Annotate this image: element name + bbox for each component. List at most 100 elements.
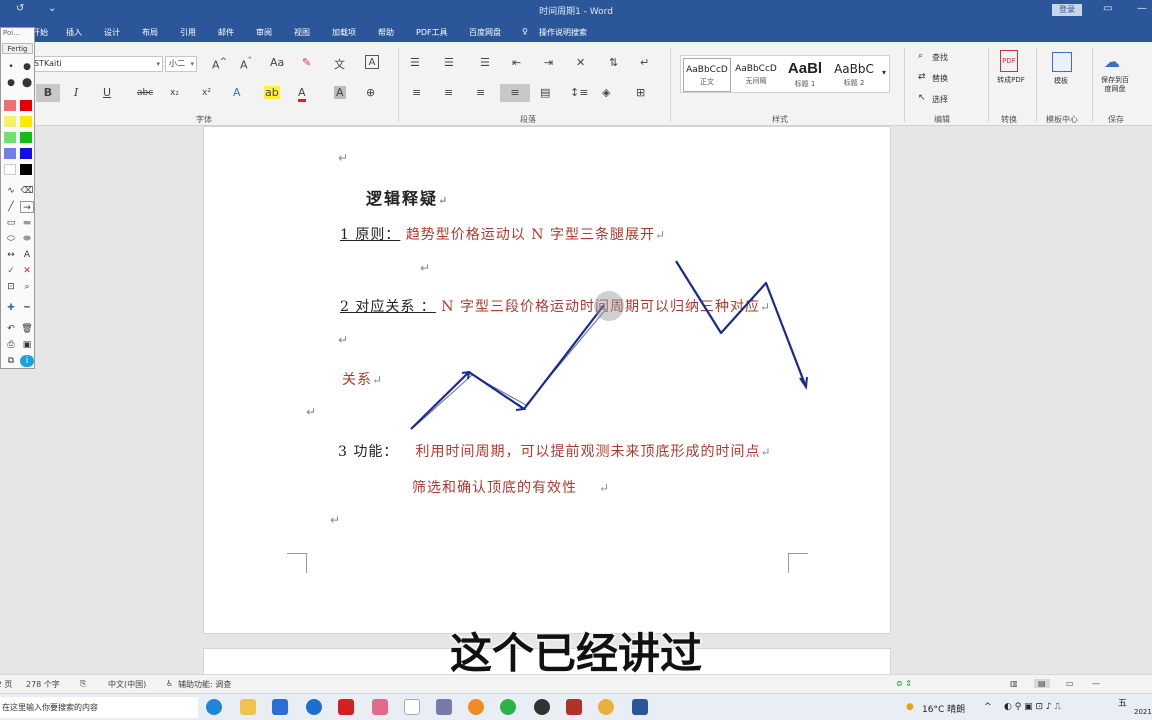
language[interactable]: 中文(中国) — [108, 679, 146, 690]
wechat-icon[interactable] — [500, 699, 516, 715]
stock-app-icon[interactable] — [566, 699, 582, 715]
info-icon[interactable]: i — [20, 355, 34, 367]
replace-button[interactable]: 替换 — [932, 73, 948, 84]
web-layout-icon[interactable]: ▭ — [1066, 679, 1074, 688]
highlight-icon[interactable]: ab — [264, 86, 280, 99]
template-button[interactable]: 模板 — [1054, 76, 1068, 86]
app-red-icon[interactable] — [338, 699, 354, 715]
align-center-icon[interactable]: ≡ — [444, 86, 453, 99]
medium-dot-icon[interactable]: ● — [20, 61, 34, 73]
tab-references[interactable]: 引用 — [180, 27, 196, 38]
superscript-icon[interactable]: x² — [202, 88, 211, 98]
ellipse-icon[interactable]: ⬭ — [4, 233, 18, 245]
mail-icon[interactable] — [272, 699, 288, 715]
filled-rectangle-icon[interactable]: ▬ — [20, 217, 34, 229]
color-red[interactable] — [20, 100, 32, 111]
color-blue[interactable] — [20, 148, 32, 159]
large-dot-icon[interactable]: ● — [4, 77, 18, 89]
filled-ellipse-icon[interactable]: ⬬ — [20, 233, 34, 245]
clear-format-icon[interactable]: ✎ — [302, 56, 311, 69]
print-icon[interactable]: ⎙ — [4, 339, 18, 351]
ribbon-display-icon[interactable]: ▭ — [1103, 3, 1112, 14]
color-light-yellow[interactable] — [4, 116, 16, 127]
chrome-icon[interactable] — [598, 699, 614, 715]
style-heading-2[interactable]: AaBbC 标题 2 — [830, 58, 878, 92]
grow-font-icon[interactable]: A^ — [212, 56, 227, 72]
page-count[interactable]: 第 1 页，共 2 页 — [0, 679, 12, 690]
rectangle-icon[interactable]: ▭ — [4, 217, 18, 229]
eraser-icon[interactable]: ⌫ — [20, 185, 34, 197]
tell-me-search[interactable]: 操作说明搜索 — [539, 27, 587, 38]
taskbar-search[interactable]: 在这里输入你要搜索的内容 — [0, 697, 198, 718]
bold-icon[interactable]: B — [36, 84, 60, 102]
line-spacing-icon[interactable]: ↕≡ — [570, 86, 588, 99]
change-case-icon[interactable]: Aa — [270, 56, 284, 69]
text-tool-icon[interactable]: A — [20, 249, 34, 261]
font-name-combo[interactable]: STKaiti ▾ — [30, 56, 163, 72]
arrow-icon[interactable]: → — [20, 201, 34, 213]
font-size-combo[interactable]: 小二 ▾ — [165, 56, 197, 72]
zoom-out-icon[interactable]: — — [1092, 679, 1100, 688]
color-light-green[interactable] — [4, 132, 16, 143]
crop-icon[interactable]: ⊡ — [4, 281, 18, 293]
app-orange-icon[interactable] — [468, 699, 484, 715]
media-icon[interactable] — [534, 699, 550, 715]
chinese-layout-icon[interactable]: ✕ — [576, 56, 585, 69]
accessibility-status[interactable]: 辅助功能: 调查 — [178, 679, 231, 690]
color-green[interactable] — [20, 132, 32, 143]
font-color-icon[interactable]: A — [298, 86, 306, 102]
freehand-icon[interactable]: ∿ — [4, 185, 18, 197]
proofing-icon[interactable]: ⎘ — [80, 679, 86, 689]
borders-icon[interactable]: ⊞ — [636, 86, 645, 99]
align-right-icon[interactable]: ≡ — [476, 86, 485, 99]
save-icon[interactable]: ▣ — [20, 339, 34, 351]
enclose-characters-icon[interactable]: ⊕ — [366, 86, 375, 99]
line-icon[interactable]: ╱ — [4, 201, 18, 213]
show-marks-icon[interactable]: ↵ — [640, 56, 649, 69]
multilevel-list-icon[interactable]: ☰ — [480, 56, 490, 69]
color-light-red[interactable] — [4, 100, 16, 111]
character-border-icon[interactable]: A — [365, 55, 379, 69]
strikethrough-icon[interactable]: abc — [137, 88, 153, 98]
tab-baidu-netdisk[interactable]: 百度网盘 — [469, 27, 501, 38]
weather-text[interactable]: 16°C 晴朗 — [922, 702, 965, 715]
color-light-blue[interactable] — [4, 148, 16, 159]
undo-icon[interactable]: ↶ — [4, 323, 18, 335]
justify-icon[interactable]: ≡ — [500, 84, 530, 102]
read-mode-icon[interactable]: ▥ — [1010, 679, 1018, 688]
underline-icon[interactable]: U — [103, 86, 111, 99]
browser-icon[interactable] — [306, 699, 322, 715]
increase-indent-icon[interactable]: ⇥ — [544, 56, 553, 69]
tab-pdf-tools[interactable]: PDF工具 — [416, 27, 448, 38]
show-hidden-icons[interactable]: ^ — [984, 702, 992, 712]
trash-icon[interactable]: 🗑 — [20, 323, 34, 335]
pen-app-icon[interactable] — [436, 699, 452, 715]
tray-icons[interactable]: ◐ ⚲ ▣ ⊡ ♪ ⎍ — [1004, 702, 1061, 712]
distributed-icon[interactable]: ▤ — [540, 86, 550, 99]
login-button[interactable]: 登录 — [1052, 4, 1082, 16]
phonetic-guide-icon[interactable]: 文 — [334, 56, 345, 72]
minimize-icon[interactable]: — — [1137, 3, 1147, 14]
done-button[interactable]: Fertig — [2, 43, 33, 54]
word-icon[interactable] — [632, 699, 648, 715]
style-normal[interactable]: AaBbCcD 正文 — [683, 58, 731, 92]
copy-icon[interactable]: ⧉ — [4, 355, 18, 367]
app-pink-icon[interactable] — [372, 699, 388, 715]
tab-layout[interactable]: 布局 — [142, 27, 158, 38]
align-left-icon[interactable]: ≡ — [412, 86, 421, 99]
to-pdf-button[interactable]: 转成PDF — [996, 76, 1026, 85]
decrease-indent-icon[interactable]: ⇤ — [512, 56, 521, 69]
focus-icon[interactable]: ⊜ ⇕ — [896, 679, 912, 688]
word-count[interactable]: 278 个字 — [26, 679, 60, 690]
tab-help[interactable]: 帮助 — [378, 27, 394, 38]
color-yellow[interactable] — [20, 116, 32, 127]
document-icon[interactable] — [404, 699, 420, 715]
zoom-icon[interactable]: ⌕ — [20, 281, 34, 293]
tab-design[interactable]: 设计 — [104, 27, 120, 38]
find-button[interactable]: 查找 — [932, 52, 948, 63]
character-shading-icon[interactable]: A — [334, 86, 346, 99]
sort-icon[interactable]: ⇅ — [609, 56, 618, 69]
text-effects-icon[interactable]: A — [233, 86, 241, 99]
style-no-spacing[interactable]: AaBbCcD 无间隔 — [732, 58, 780, 92]
edge-icon[interactable] — [206, 699, 222, 715]
